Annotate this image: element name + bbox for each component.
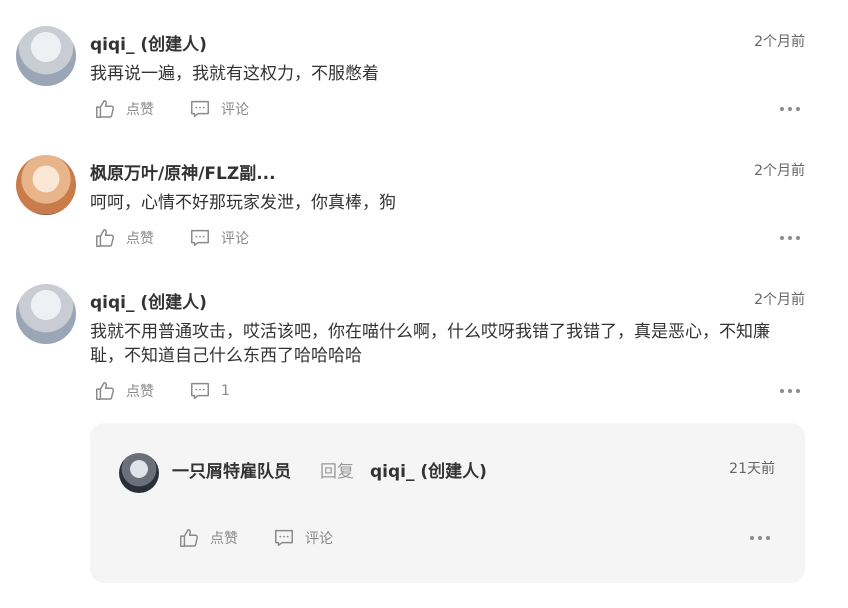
more-icon[interactable] xyxy=(750,536,770,542)
comment-icon xyxy=(191,229,209,247)
like-label: 点赞 xyxy=(210,531,238,547)
reply-author[interactable]: 一只屑特雇队员 xyxy=(172,457,291,482)
comment-author[interactable]: qiqi_ (创建人) xyxy=(90,30,207,55)
avatar[interactable] xyxy=(119,453,159,493)
thumbs-up-icon xyxy=(96,382,115,400)
comment-text: 呵呵，心情不好那玩家发泄，你真棒，狗 xyxy=(90,193,396,213)
like-button[interactable]: 点赞 xyxy=(94,380,154,402)
like-button[interactable]: 点赞 xyxy=(94,98,154,120)
more-icon[interactable] xyxy=(780,389,800,395)
avatar[interactable] xyxy=(16,284,76,344)
comment-time: 2个月前 xyxy=(754,163,805,179)
comment-time: 2个月前 xyxy=(754,292,805,308)
avatar[interactable] xyxy=(16,26,76,86)
comment-author[interactable]: qiqi_ (创建人) xyxy=(90,288,207,313)
comment-label: 评论 xyxy=(221,102,249,118)
comment-button[interactable]: 评论 xyxy=(273,527,333,549)
comment-button[interactable]: 1 xyxy=(189,380,230,402)
comment-icon xyxy=(191,382,209,400)
more-icon[interactable] xyxy=(780,107,800,113)
comment-label: 评论 xyxy=(305,531,333,547)
reply-time: 21天前 xyxy=(729,461,775,477)
comment-time: 2个月前 xyxy=(754,34,805,50)
thumbs-up-icon xyxy=(96,229,115,247)
more-icon[interactable] xyxy=(780,236,800,242)
comment-icon xyxy=(275,529,293,547)
like-button[interactable]: 点赞 xyxy=(94,227,154,249)
reply-to-author[interactable]: qiqi_ (创建人) xyxy=(370,457,487,482)
like-label: 点赞 xyxy=(126,384,154,400)
avatar[interactable] xyxy=(16,155,76,215)
comment-button[interactable]: 评论 xyxy=(189,227,249,249)
reply-thread: 一只屑特雇队员 回复 qiqi_ (创建人) 21天前 点赞 评论 xyxy=(90,423,805,583)
reply-word: 回复 xyxy=(320,462,354,482)
like-button[interactable]: 点赞 xyxy=(178,527,238,549)
comment-text: 我再说一遍，我就有这权力，不服憋着 xyxy=(90,64,379,84)
thumbs-up-icon xyxy=(96,100,115,118)
comment-text-line: 耻，不知道自己什么东西了哈哈哈哈 xyxy=(90,346,362,366)
thumbs-up-icon xyxy=(180,529,199,547)
comment-text-line: 我就不用普通攻击，哎活该吧，你在喵什么啊，什么哎呀我错了我错了，真是恶心，不知廉 xyxy=(90,322,770,342)
comment-count: 1 xyxy=(221,383,230,399)
comment-author[interactable]: 枫原万叶/原神/FLZ副... xyxy=(90,159,276,184)
comment-text: 我就不用普通攻击，哎活该吧，你在喵什么啊，什么哎呀我错了我错了，真是恶心，不知廉… xyxy=(90,320,802,368)
like-label: 点赞 xyxy=(126,231,154,247)
comment-button[interactable]: 评论 xyxy=(189,98,249,120)
comment-label: 评论 xyxy=(221,231,249,247)
like-label: 点赞 xyxy=(126,102,154,118)
comment-icon xyxy=(191,100,209,118)
